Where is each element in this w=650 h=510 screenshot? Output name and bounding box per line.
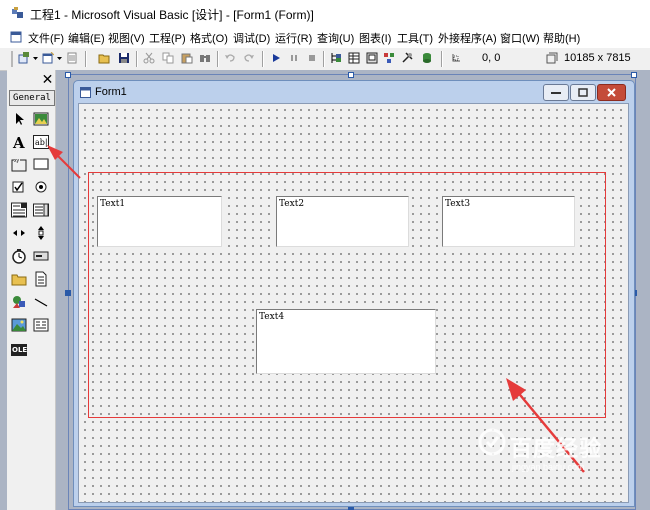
toolbar-separator <box>217 51 219 67</box>
combobox-icon[interactable] <box>11 202 27 218</box>
dropdown-arrow-icon[interactable] <box>32 52 39 64</box>
annotation-rectangle <box>88 172 606 418</box>
paste-icon[interactable] <box>181 52 193 64</box>
vscrollbar-icon[interactable] <box>33 225 49 241</box>
timer-icon[interactable] <box>11 248 27 264</box>
listbox-icon[interactable] <box>33 202 49 218</box>
toolbar-separator <box>323 51 325 67</box>
ole-icon[interactable]: OLE <box>11 340 27 356</box>
menu-tools[interactable]: 工具(T) <box>397 30 433 46</box>
size-readout: 10185 x 7815 <box>564 52 631 64</box>
close-icon <box>607 88 616 97</box>
vb-app-icon <box>12 7 23 18</box>
position-readout: 0, 0 <box>482 52 501 64</box>
add-form-icon[interactable] <box>42 52 54 64</box>
menu-help[interactable]: 帮助(H) <box>543 30 580 46</box>
menu-file[interactable]: 文件(F) <box>28 30 64 46</box>
restore-icon <box>578 88 588 97</box>
resize-handle-top-right[interactable] <box>631 72 637 78</box>
filelistbox-icon[interactable] <box>33 271 49 287</box>
undo-icon[interactable] <box>224 52 236 64</box>
ole-label: OLE <box>11 344 28 356</box>
textbox-tool-icon[interactable]: ab| <box>33 134 49 150</box>
project-explorer-icon[interactable] <box>330 52 342 64</box>
menu-query[interactable]: 查询(U) <box>317 30 354 46</box>
label-tool-icon[interactable]: A <box>11 134 27 150</box>
open-folder-icon[interactable] <box>98 52 110 64</box>
size-indicator-icon <box>546 52 558 64</box>
resize-handle-left[interactable] <box>65 290 71 296</box>
svg-text:ab|: ab| <box>35 138 48 147</box>
resize-handle-top[interactable] <box>348 72 354 78</box>
properties-window-icon[interactable] <box>348 52 360 64</box>
standard-toolbar: 0, 0 10185 x 7815 <box>0 48 650 71</box>
object-browser-icon[interactable] <box>383 52 395 64</box>
redo-icon[interactable] <box>243 52 255 64</box>
pointer-icon[interactable] <box>12 111 28 127</box>
checkbox-icon[interactable] <box>11 179 27 195</box>
save-icon[interactable] <box>118 52 130 64</box>
toolbar-separator <box>441 51 443 67</box>
minimize-icon <box>551 92 561 94</box>
system-menu-icon[interactable] <box>10 31 22 43</box>
image-icon[interactable] <box>11 317 27 333</box>
menu-edit[interactable]: 编辑(E) <box>68 30 105 46</box>
svg-text:xy: xy <box>14 158 20 164</box>
hscrollbar-icon[interactable] <box>11 225 27 241</box>
line-icon[interactable] <box>33 294 49 310</box>
toolbar-separator <box>262 51 264 67</box>
title-bar: 工程1 - Microsoft Visual Basic [设计] - [For… <box>0 0 650 26</box>
find-icon[interactable] <box>199 52 211 64</box>
position-indicator-icon <box>452 54 460 62</box>
menu-editor-icon[interactable] <box>66 52 78 64</box>
form-layout-icon[interactable] <box>366 52 378 64</box>
dropdown-arrow-icon[interactable] <box>56 52 63 64</box>
commandbutton-icon[interactable] <box>33 156 49 172</box>
frame-icon[interactable]: xy <box>11 156 27 172</box>
menu-project[interactable]: 工程(P) <box>149 30 186 46</box>
toolbox-tools-icon[interactable] <box>401 52 413 64</box>
menu-format[interactable]: 格式(O) <box>190 30 228 46</box>
watermark-text: 百度经验 <box>510 436 603 461</box>
copy-icon[interactable] <box>162 52 174 64</box>
form-icon <box>80 87 91 98</box>
add-project-icon[interactable] <box>18 52 30 64</box>
dirlistbox-icon[interactable] <box>11 271 27 287</box>
stop-icon[interactable] <box>306 52 318 64</box>
menu-diagram[interactable]: 图表(I) <box>359 30 391 46</box>
watermark-logo <box>478 428 506 456</box>
window-title: 工程1 - Microsoft Visual Basic [设计] - [For… <box>30 8 314 22</box>
form-title: Form1 <box>95 86 127 98</box>
toolbar-separator <box>136 51 138 67</box>
menu-debug[interactable]: 调试(D) <box>233 30 270 46</box>
close-button[interactable] <box>597 84 626 101</box>
toolbox-tab-general[interactable]: General <box>9 90 55 106</box>
start-run-icon[interactable] <box>270 52 282 64</box>
toolbox-close-icon[interactable]: ✕ <box>40 72 55 86</box>
data-view-icon[interactable] <box>421 52 433 64</box>
minimize-button[interactable] <box>543 84 569 101</box>
svg-text:A: A <box>12 134 25 150</box>
menu-view[interactable]: 视图(V) <box>108 30 145 46</box>
menu-run[interactable]: 运行(R) <box>275 30 312 46</box>
menu-addins[interactable]: 外接程序(A) <box>438 30 497 46</box>
optionbutton-icon[interactable] <box>33 179 49 195</box>
menu-window[interactable]: 窗口(W) <box>500 30 540 46</box>
menu-bar: 文件(F) 编辑(E) 视图(V) 工程(P) 格式(O) 调试(D) 运行(R… <box>0 26 650 49</box>
shape-icon[interactable] <box>11 294 27 310</box>
watermark-url: jingyan.baidu.com <box>512 462 585 472</box>
maximize-button[interactable] <box>570 84 596 101</box>
pause-icon[interactable] <box>288 52 300 64</box>
toolbar-grip[interactable] <box>11 51 13 67</box>
cut-icon[interactable] <box>143 52 155 64</box>
toolbar-separator <box>85 51 87 67</box>
resize-handle-top-left[interactable] <box>65 72 71 78</box>
picturebox-icon[interactable] <box>33 111 49 127</box>
drivelistbox-icon[interactable] <box>33 248 49 264</box>
data-icon[interactable] <box>33 317 49 333</box>
